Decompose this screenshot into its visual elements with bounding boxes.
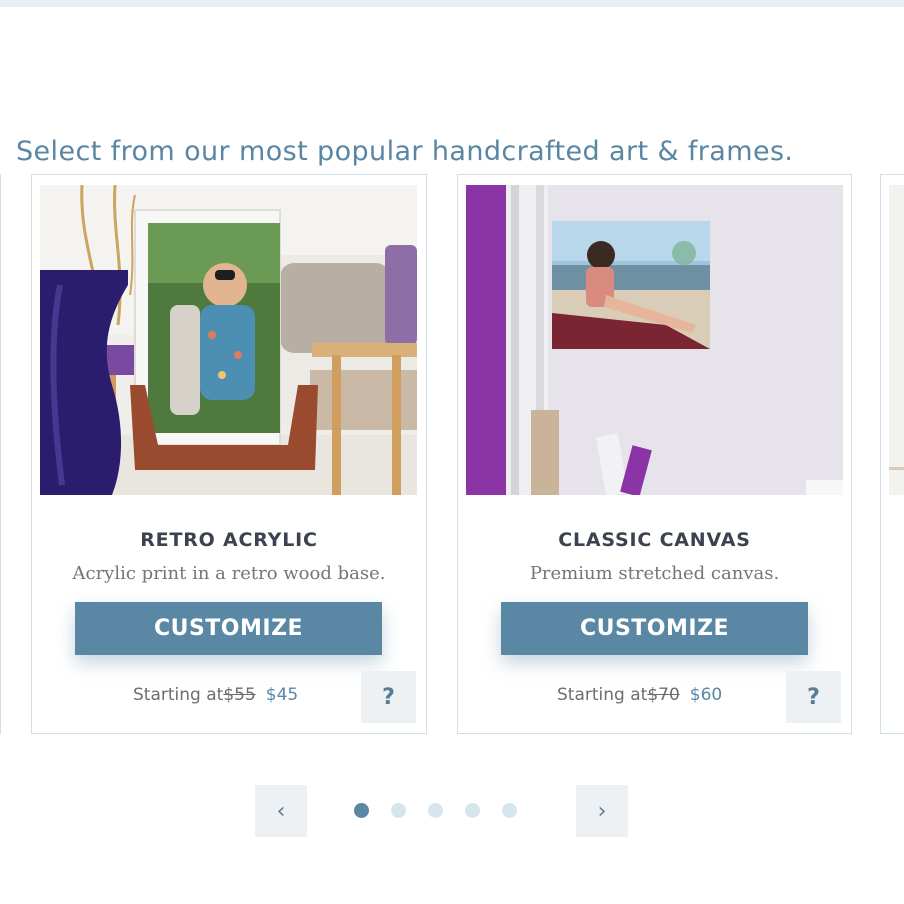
new-price: $60	[689, 685, 723, 705]
carousel-dot-3[interactable]	[428, 803, 443, 818]
old-price: $70	[647, 685, 680, 705]
product-card-partial-left[interactable]	[0, 174, 1, 734]
carousel-dot-5[interactable]	[502, 803, 517, 818]
product-description: Premium stretched canvas.	[529, 563, 780, 584]
product-card-retro-acrylic[interactable]: RETRO ACRYLIC Acrylic print in a retro w…	[31, 174, 427, 734]
product-title: RETRO ACRYLIC	[140, 529, 318, 551]
carousel-next-button[interactable]: ›	[576, 785, 628, 837]
carousel-dot-2[interactable]	[391, 803, 406, 818]
starting-label: Starting at	[557, 685, 648, 705]
help-button[interactable]: ?	[361, 671, 416, 723]
product-image-partial[interactable]	[889, 185, 904, 495]
top-bar	[0, 0, 904, 7]
product-title: CLASSIC CANVAS	[558, 529, 751, 551]
old-price: $55	[223, 685, 256, 705]
carousel-dot-1[interactable]	[354, 803, 369, 818]
starting-label: Starting at	[133, 685, 224, 705]
help-button[interactable]: ?	[786, 671, 841, 723]
chevron-right-icon: ›	[597, 798, 607, 824]
product-card-partial-right[interactable]	[880, 174, 904, 734]
product-card-classic-canvas[interactable]: CLASSIC CANVAS Premium stretched canvas.…	[457, 174, 852, 734]
section-headline: Select from our most popular handcrafted…	[16, 136, 794, 167]
customize-button[interactable]: CUSTOMIZE	[75, 602, 382, 655]
product-image-classic-canvas[interactable]	[466, 185, 843, 495]
carousel-dot-4[interactable]	[465, 803, 480, 818]
new-price: $45	[265, 685, 299, 705]
carousel-prev-button[interactable]: ‹	[255, 785, 307, 837]
customize-button[interactable]: CUSTOMIZE	[501, 602, 808, 655]
image-detail	[889, 467, 904, 470]
product-image-retro-acrylic[interactable]	[40, 185, 417, 495]
chevron-left-icon: ‹	[276, 798, 286, 824]
product-description: Acrylic print in a retro wood base.	[72, 563, 386, 584]
